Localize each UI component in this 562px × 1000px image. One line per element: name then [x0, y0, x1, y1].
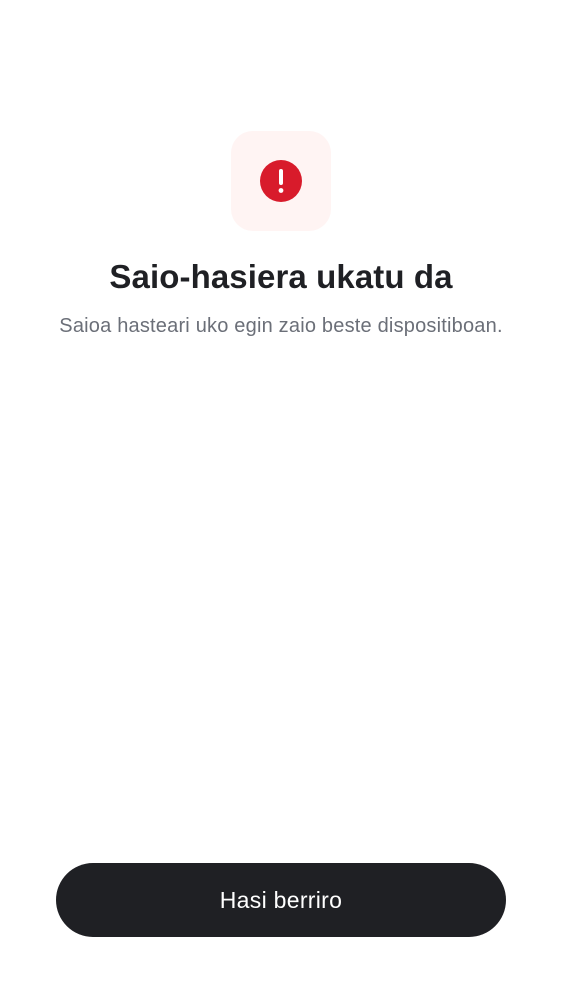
login-denied-screen: Saio-hasiera ukatu da Saioa hasteari uko…	[0, 0, 562, 1000]
error-alert-icon	[260, 160, 302, 202]
status-icon-container	[231, 131, 331, 231]
page-subtitle: Saioa hasteari uko egin zaio beste dispo…	[59, 315, 503, 337]
restart-button-label: Hasi berriro	[219, 886, 343, 913]
page-title: Saio-hasiera ukatu da	[109, 258, 453, 295]
restart-button[interactable]: Hasi berriro	[56, 863, 506, 937]
